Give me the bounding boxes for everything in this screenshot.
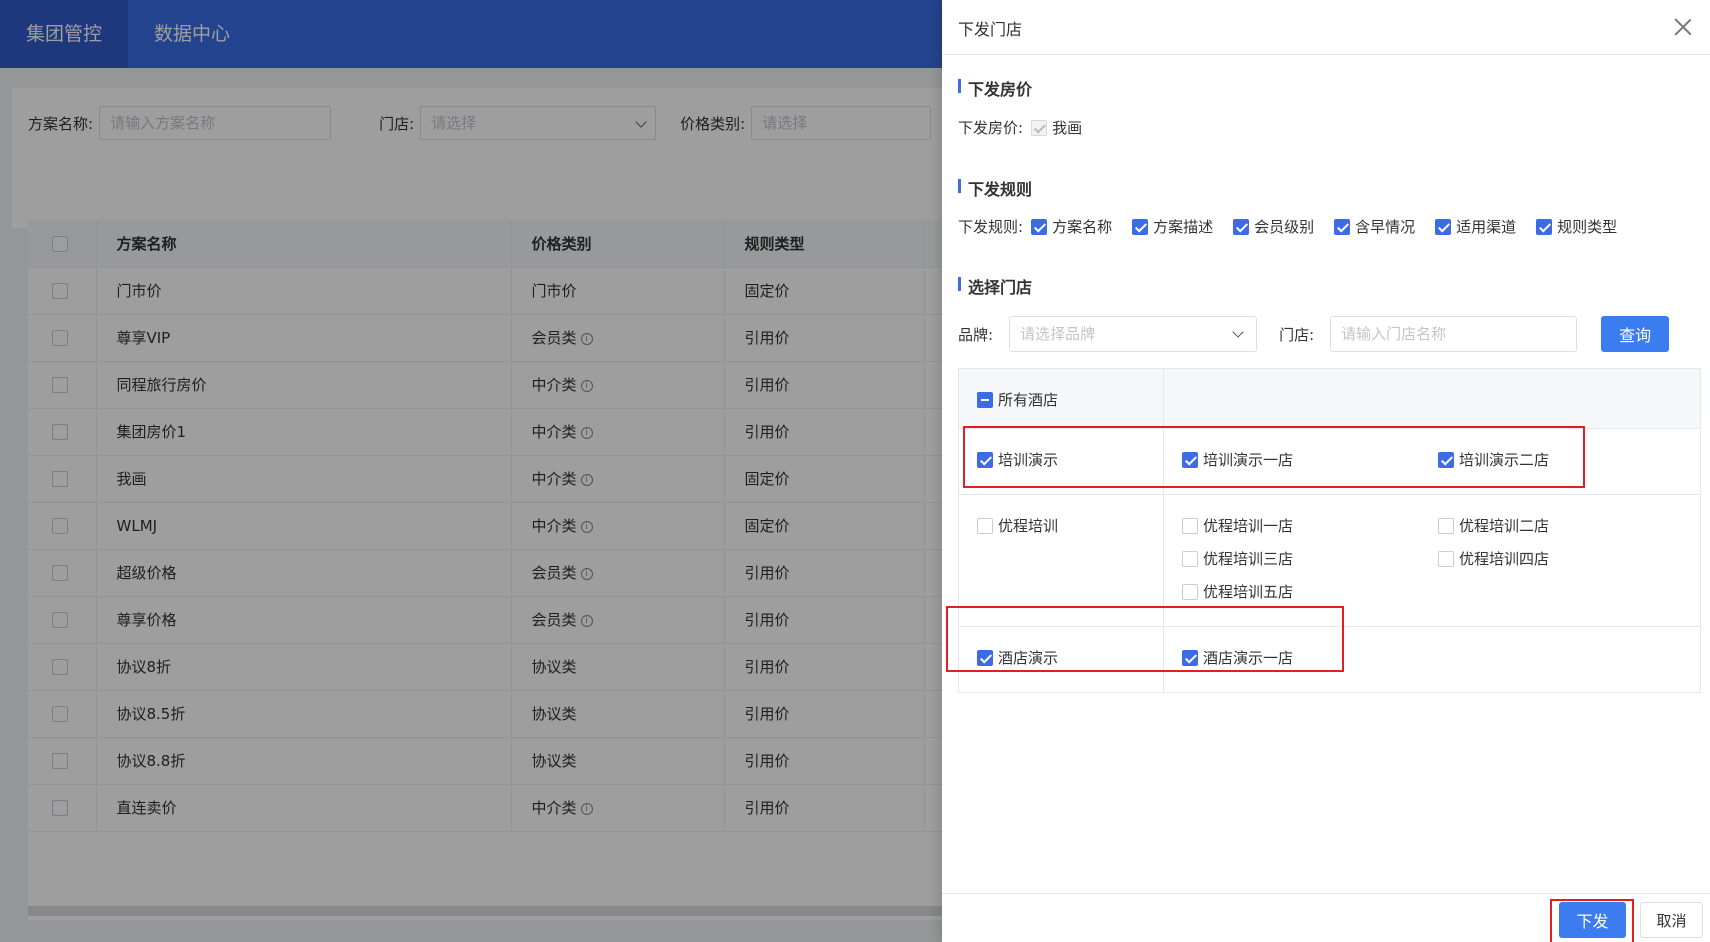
submit-button[interactable]: 下发: [1559, 902, 1626, 938]
store-checkbox[interactable]: 培训演示二店: [1438, 449, 1694, 470]
price-row: 下发房价: 我画: [958, 117, 1102, 138]
section-title-stores: 选择门店: [958, 274, 1032, 298]
checkbox-checked[interactable]: [1536, 218, 1553, 235]
all-hotels-cell: 所有酒店: [959, 369, 1164, 428]
price-option-checkbox: 我画: [1031, 117, 1082, 138]
store-label: 培训演示一店: [1203, 451, 1294, 469]
stores-cell: 优程培训一店 优程培训二店优程培训三店 优程培训四店优程培训五店: [1164, 495, 1700, 626]
store-label: 优程培训四店: [1459, 550, 1550, 568]
rule-option-label: 方案名称: [1052, 218, 1113, 236]
price-option-label: 我画: [1052, 119, 1083, 137]
brand-cell: 培训演示: [959, 429, 1164, 494]
chevron-down-icon: [1232, 326, 1244, 338]
all-hotels-row: 所有酒店: [959, 369, 1700, 429]
store-label: 优程培训一店: [1203, 517, 1294, 535]
store-checkbox[interactable]: 优程培训三店: [1182, 548, 1438, 569]
rule-option-label: 会员级别: [1254, 218, 1315, 236]
brand-checkbox[interactable]: 优程培训: [977, 515, 1058, 536]
brand-select[interactable]: 请选择品牌: [1009, 316, 1258, 352]
brand-name-label: 优程培训: [998, 517, 1059, 535]
store-name-placeholder: 请输入门店名称: [1341, 325, 1447, 343]
rule-option-checkbox[interactable]: 会员级别: [1233, 216, 1314, 237]
brand-cell: 优程培训: [959, 495, 1164, 626]
store-selection-table: 所有酒店 培训演示 培训演示一店 培训演示二店 优程培训 优程培训一店 优程培训二店 优程培…: [958, 368, 1701, 693]
rule-option-checkbox[interactable]: 方案名称: [1031, 216, 1112, 237]
checkbox-checked[interactable]: [1031, 218, 1048, 235]
store-checkbox[interactable]: 优程培训四店: [1438, 548, 1694, 569]
drawer-title: 下发门店: [958, 20, 1023, 39]
brand-checkbox[interactable]: 酒店演示: [977, 647, 1058, 668]
section-title-rules: 下发规则: [958, 176, 1032, 200]
store-checkbox[interactable]: 优程培训一店: [1182, 515, 1438, 536]
brand-label: 品牌:: [958, 325, 994, 344]
checkbox-unchecked[interactable]: [1438, 517, 1454, 534]
store-label: 酒店演示一店: [1203, 649, 1294, 667]
store-name-label: 门店:: [1279, 325, 1315, 344]
checkbox-checked[interactable]: [1182, 451, 1198, 468]
stores-cell: 酒店演示一店: [1164, 627, 1700, 692]
checkbox-checked[interactable]: [1182, 649, 1198, 666]
checkbox-unchecked[interactable]: [1182, 583, 1198, 600]
rule-option-checkbox[interactable]: 适用渠道: [1435, 216, 1516, 237]
store-group-row: 培训演示 培训演示一店 培训演示二店: [959, 429, 1700, 495]
all-hotels-empty-cell: [1164, 369, 1700, 428]
all-hotels-label: 所有酒店: [998, 391, 1059, 409]
brand-cell: 酒店演示: [959, 627, 1164, 692]
checkbox-checked[interactable]: [1435, 218, 1452, 235]
all-hotels-checkbox[interactable]: 所有酒店: [977, 389, 1058, 410]
brand-name-label: 酒店演示: [998, 649, 1059, 667]
rule-option-label: 含早情况: [1355, 218, 1416, 236]
rule-option-checkbox[interactable]: 含早情况: [1334, 216, 1415, 237]
checkbox-checked[interactable]: [1233, 218, 1250, 235]
store-label: 优程培训五店: [1203, 583, 1294, 601]
rule-option-checkbox[interactable]: 方案描述: [1132, 216, 1213, 237]
store-checkbox[interactable]: 酒店演示一店: [1182, 647, 1438, 668]
brand-checkbox[interactable]: 培训演示: [977, 449, 1058, 470]
store-name-input[interactable]: 请输入门店名称: [1330, 316, 1578, 352]
store-label: 培训演示二店: [1459, 451, 1550, 469]
checkbox-unchecked[interactable]: [1438, 550, 1454, 567]
store-group-row: 酒店演示 酒店演示一店: [959, 627, 1700, 692]
store-checkbox[interactable]: 优程培训二店: [1438, 515, 1694, 536]
section-title-price: 下发房价: [958, 76, 1032, 100]
checkbox-disabled-checked: [1031, 119, 1048, 136]
rule-option-checkbox[interactable]: 规则类型: [1536, 216, 1617, 237]
checkbox-checked[interactable]: [977, 649, 993, 666]
checkbox-unchecked[interactable]: [977, 517, 993, 534]
rules-row: 下发规则: 方案名称 方案描述 会员级别 含早情况 适用渠道 规则类型: [958, 216, 1637, 237]
checkbox-unchecked[interactable]: [1182, 517, 1198, 534]
brand-placeholder: 请选择品牌: [1020, 325, 1096, 343]
drawer-footer: 下发 取消: [942, 893, 1710, 942]
checkbox-unchecked[interactable]: [1182, 550, 1198, 567]
checkbox-indeterminate[interactable]: [977, 391, 993, 408]
price-row-label: 下发房价:: [958, 119, 1024, 137]
store-label: 优程培训二店: [1459, 517, 1550, 535]
store-label: 优程培训三店: [1203, 550, 1294, 568]
drawer-header: 下发门店: [942, 0, 1710, 55]
stores-cell: 培训演示一店 培训演示二店: [1164, 429, 1700, 494]
checkbox-checked[interactable]: [1132, 218, 1149, 235]
checkbox-checked[interactable]: [1438, 451, 1454, 468]
store-checkbox[interactable]: 优程培训五店: [1182, 581, 1438, 602]
close-icon[interactable]: [1674, 18, 1692, 36]
rule-option-label: 方案描述: [1153, 218, 1214, 236]
rule-option-label: 规则类型: [1557, 218, 1618, 236]
store-group-row: 优程培训 优程培训一店 优程培训二店优程培训三店 优程培训四店优程培训五店: [959, 495, 1700, 627]
cancel-button[interactable]: 取消: [1640, 902, 1703, 938]
rule-option-label: 适用渠道: [1456, 218, 1517, 236]
store-search-row: 品牌: 请选择品牌 门店: 请输入门店名称 查询: [958, 316, 1670, 352]
distribute-store-drawer: 下发门店 下发房价 下发房价: 我画 下发规则 下发规则: 方案名称 方案描述 会员…: [942, 0, 1710, 942]
store-checkbox[interactable]: 培训演示一店: [1182, 449, 1438, 470]
checkbox-checked[interactable]: [977, 451, 993, 468]
query-button[interactable]: 查询: [1601, 316, 1670, 352]
checkbox-checked[interactable]: [1334, 218, 1351, 235]
brand-name-label: 培训演示: [998, 451, 1059, 469]
rules-row-label: 下发规则:: [958, 218, 1024, 236]
